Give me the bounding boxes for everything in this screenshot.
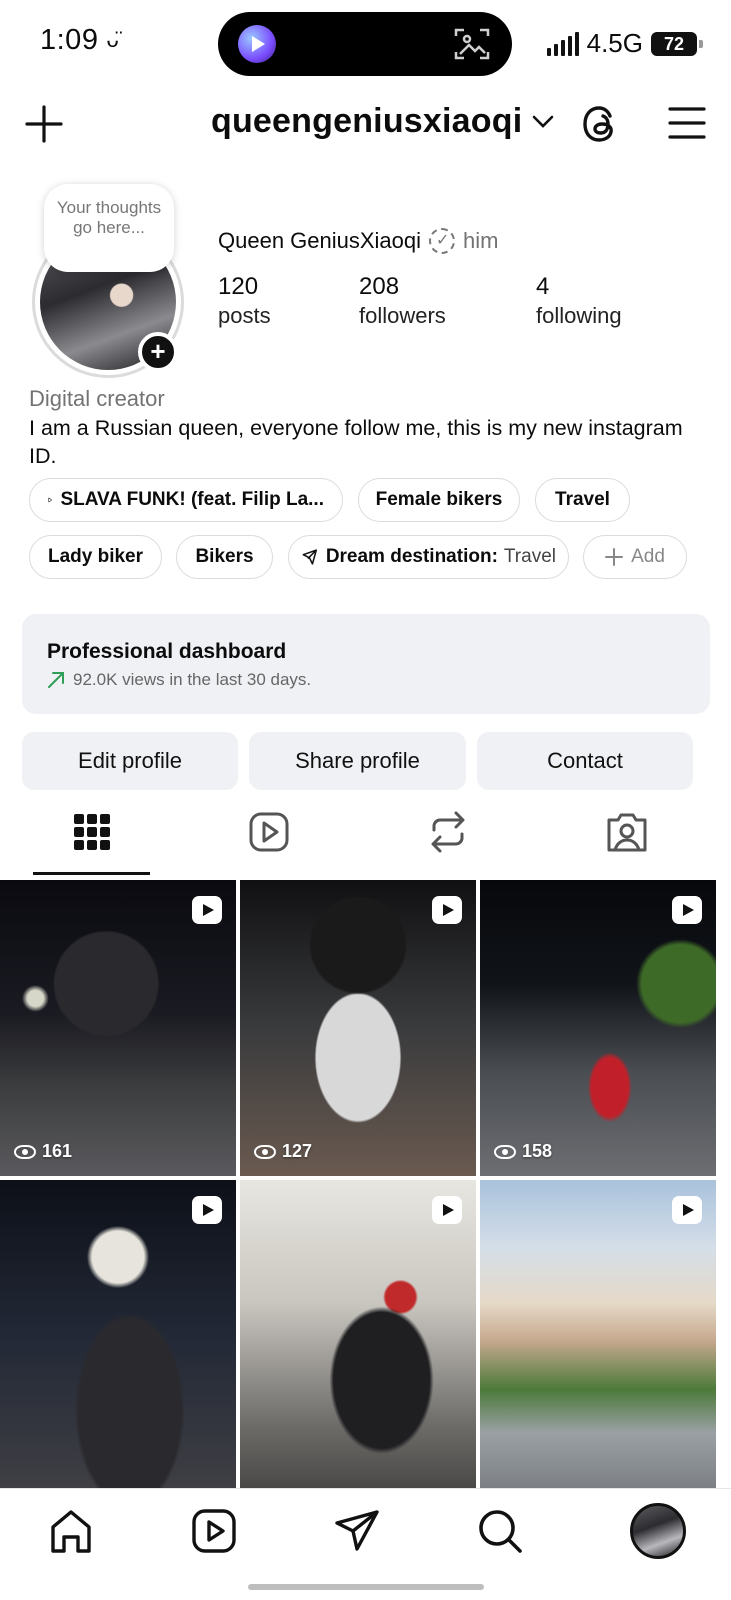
clock-time: 1:09 — [40, 24, 99, 56]
edit-profile-button[interactable]: Edit profile — [22, 732, 238, 790]
chevron-down-icon — [533, 115, 554, 128]
grid-post[interactable] — [0, 1180, 236, 1488]
content-tabs — [0, 800, 731, 878]
stat-followers[interactable]: 208 followers — [359, 272, 446, 330]
verified-badge-icon[interactable] — [429, 228, 456, 254]
hamburger-menu-icon[interactable] — [668, 106, 706, 140]
edit-profile-label: Edit profile — [78, 748, 182, 773]
clock: 1:09 ᴗ̈ — [40, 24, 119, 57]
highlight-chip-travel[interactable]: Travel — [535, 478, 630, 522]
grid-post[interactable]: 158 — [480, 880, 716, 1176]
add-chip-label: Add — [631, 546, 665, 567]
display-name-row: Queen GeniusXiaoqi him — [218, 228, 498, 254]
chip-label: Travel — [555, 489, 610, 510]
screenshot-icon — [454, 28, 490, 60]
view-count-text: 161 — [42, 1141, 73, 1161]
view-count: 158 — [494, 1141, 552, 1162]
battery-icon: 72 — [651, 31, 703, 56]
stat-value: 208 — [359, 273, 400, 300]
dynamic-island — [218, 12, 512, 76]
stat-following[interactable]: 4 following — [536, 272, 622, 330]
pronoun: him — [463, 228, 499, 253]
display-name: Queen GeniusXiaoqi — [218, 228, 422, 253]
plus-icon — [605, 548, 624, 566]
chip-label: Dream destination: — [325, 546, 498, 567]
reposts-icon[interactable] — [426, 810, 470, 854]
stat-posts[interactable]: 120 posts — [218, 272, 271, 330]
view-count: 161 — [14, 1141, 72, 1162]
profile-avatar[interactable] — [630, 1503, 686, 1559]
home-icon[interactable] — [47, 1507, 95, 1555]
airplane-icon — [302, 549, 318, 565]
stat-label: following — [536, 303, 622, 328]
dnd-icon: ᴗ̈ — [106, 27, 120, 52]
note-bubble[interactable]: Your thoughts go here... — [44, 184, 174, 272]
highlight-chip-bikers[interactable]: Bikers — [176, 535, 273, 579]
music-chip-label: SLAVA FUNK! (feat. Filip La... — [60, 489, 324, 510]
grid-post[interactable] — [480, 1180, 716, 1488]
stat-value: 120 — [218, 273, 259, 300]
grid-icon[interactable] — [70, 810, 114, 854]
professional-dashboard[interactable]: Professional dashboard 92.0K views in th… — [22, 614, 710, 714]
search-icon[interactable] — [476, 1507, 524, 1555]
chip-value: Travel — [503, 546, 556, 567]
chip-label: Female bikers — [375, 489, 503, 510]
view-count-text: 158 — [522, 1141, 553, 1161]
eye-icon — [14, 1144, 36, 1159]
eye-icon — [254, 1144, 276, 1159]
reel-icon — [432, 1196, 462, 1224]
dashboard-subtitle-row: 92.0K views in the last 30 days. — [47, 670, 685, 690]
view-count: 127 — [254, 1141, 312, 1162]
status-right: 4.5G 72 — [546, 28, 703, 59]
contact-button[interactable]: Contact — [477, 732, 693, 790]
status-bar: 1:09 ᴗ̈ 4.5G 72 — [0, 0, 731, 88]
reel-icon — [432, 896, 462, 924]
send-icon[interactable] — [333, 1507, 381, 1555]
chip-label: Bikers — [195, 546, 254, 567]
share-profile-button[interactable]: Share profile — [249, 732, 466, 790]
signal-icon — [546, 31, 579, 56]
profile-stats: 120 posts 208 followers 4 following — [218, 272, 698, 332]
grid-post[interactable] — [240, 1180, 476, 1488]
home-indicator[interactable] — [248, 1584, 484, 1590]
stat-label: followers — [359, 303, 446, 328]
post-grid: 161 127 158 — [0, 880, 731, 1488]
account-switcher[interactable]: queengeniusxiaoqi — [211, 102, 554, 141]
media-app-icon — [238, 25, 276, 63]
grid-post[interactable]: 127 — [240, 880, 476, 1176]
reel-icon — [672, 1196, 702, 1224]
eye-icon — [494, 1144, 516, 1159]
username: queengeniusxiaoqi — [211, 102, 523, 140]
profile-category: Digital creator — [29, 386, 165, 411]
stat-label: posts — [218, 303, 271, 328]
profile-bio: I am a Russian queen, everyone follow me… — [29, 416, 683, 468]
add-chip-button[interactable]: Add — [583, 535, 687, 579]
add-story-plus-icon[interactable]: + — [138, 332, 178, 372]
reels-icon[interactable] — [190, 1507, 238, 1555]
network-type: 4.5G — [586, 28, 643, 58]
play-icon — [48, 497, 53, 503]
active-tab-indicator — [33, 872, 150, 875]
plus-icon[interactable] — [24, 104, 64, 144]
tagged-icon[interactable] — [605, 810, 649, 854]
highlight-chip-female-bikers[interactable]: Female bikers — [358, 478, 520, 522]
contact-label: Contact — [547, 748, 623, 773]
dashboard-title: Professional dashboard — [47, 640, 287, 663]
highlight-chip-lady-biker[interactable]: Lady biker — [29, 535, 162, 579]
share-profile-label: Share profile — [295, 748, 420, 773]
threads-icon[interactable] — [578, 102, 622, 146]
reel-icon — [192, 1196, 222, 1224]
chip-label: Lady biker — [47, 546, 144, 567]
dashboard-subtitle: 92.0K views in the last 30 days. — [73, 670, 312, 689]
reel-icon — [192, 896, 222, 924]
trend-up-arrow-icon — [48, 672, 64, 688]
stat-value: 4 — [536, 273, 550, 300]
reels-icon[interactable] — [247, 810, 291, 854]
view-count-text: 127 — [282, 1141, 313, 1161]
dream-destination-chip[interactable]: Dream destination: Travel — [288, 535, 569, 579]
music-chip[interactable]: SLAVA FUNK! (feat. Filip La... — [29, 478, 343, 522]
reel-icon — [672, 896, 702, 924]
profile-header: queengeniusxiaoqi — [0, 96, 731, 156]
grid-post[interactable]: 161 — [0, 880, 236, 1176]
